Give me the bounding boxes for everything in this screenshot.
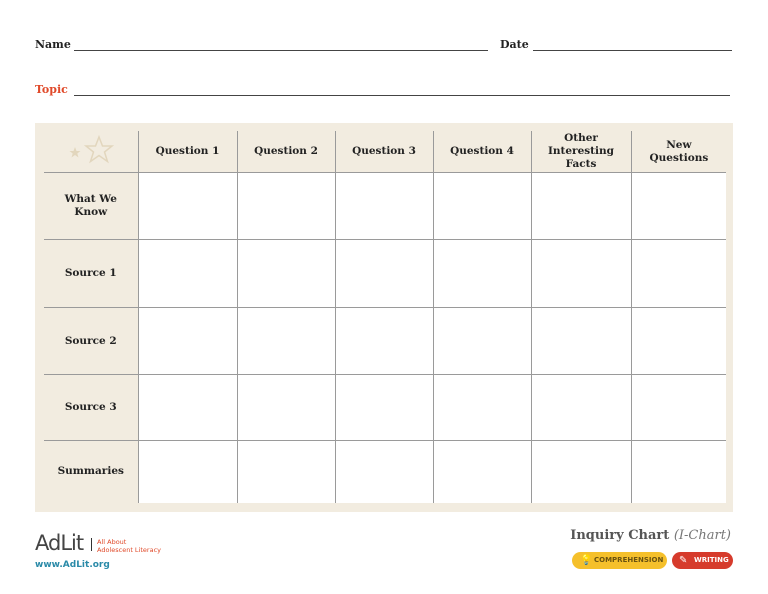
comprehension-label: COMPREHENSION [594,556,664,564]
table-cell[interactable] [137,374,238,441]
table-cell[interactable] [334,172,434,240]
table-cell[interactable] [334,239,434,308]
row-header: Source 2 [44,307,139,375]
writing-badge: ✎ WRITING [672,552,733,569]
table-cell[interactable] [236,307,336,375]
worksheet-title: Inquiry Chart [570,528,670,543]
small-star-icon [69,146,81,157]
writing-label: WRITING [694,556,729,564]
table-cell[interactable] [334,440,434,503]
table-cell[interactable] [432,172,532,240]
topic-label: Topic [35,83,68,96]
table-cell[interactable] [432,374,532,441]
column-header: Question 4 [432,131,532,173]
website-link[interactable]: www.AdLit.org [35,560,110,570]
table-cell[interactable] [236,440,336,503]
star-icons [44,131,139,173]
table-cell[interactable] [137,172,238,240]
table-cell[interactable] [334,307,434,375]
table-cell[interactable] [630,440,727,503]
row-header: What We Know [44,172,139,240]
name-label: Name [35,38,71,51]
row-header: Summaries [44,440,139,503]
topic-field[interactable] [74,95,730,96]
date-field[interactable] [533,50,732,51]
inquiry-chart-table: Question 1 Question 2 Question 3 Questio… [44,131,727,503]
column-header: Other Interesting Facts [530,131,632,173]
table-cell[interactable] [530,307,632,375]
column-header: Question 3 [334,131,434,173]
worksheet-subtitle: (I-Chart) [673,528,731,543]
table-cell[interactable] [236,172,336,240]
tagline-line-2: Adolescent Literacy [97,546,161,554]
table-cell[interactable] [236,239,336,308]
date-label: Date [500,38,529,51]
row-header: Source 3 [44,374,139,441]
logo-divider [91,538,92,551]
table-cell[interactable] [630,172,727,240]
table-cell[interactable] [432,440,532,503]
table-cell[interactable] [137,440,238,503]
column-header: Question 1 [137,131,238,173]
tagline-line-1: All About [97,538,127,546]
star-icon [83,134,114,163]
table-cell[interactable] [530,440,632,503]
comprehension-badge: 💡 COMPREHENSION [572,552,667,569]
table-cell[interactable] [432,307,532,375]
table-cell[interactable] [630,374,727,441]
pencil-icon: ✎ [679,555,688,566]
lightbulb-icon: 💡 [580,555,593,566]
table-cell[interactable] [630,307,727,375]
row-header: Source 1 [44,239,139,308]
table-cell[interactable] [334,374,434,441]
table-cell[interactable] [137,307,238,375]
table-cell[interactable] [630,239,727,308]
name-field[interactable] [74,50,488,51]
table-cell[interactable] [530,374,632,441]
table-cell[interactable] [137,239,238,308]
column-header: Question 2 [236,131,336,173]
adlit-logo: AdLit [35,531,84,555]
table-cell[interactable] [236,374,336,441]
column-header: New Questions [630,131,727,173]
table-cell[interactable] [530,172,632,240]
table-cell[interactable] [530,239,632,308]
table-cell[interactable] [432,239,532,308]
